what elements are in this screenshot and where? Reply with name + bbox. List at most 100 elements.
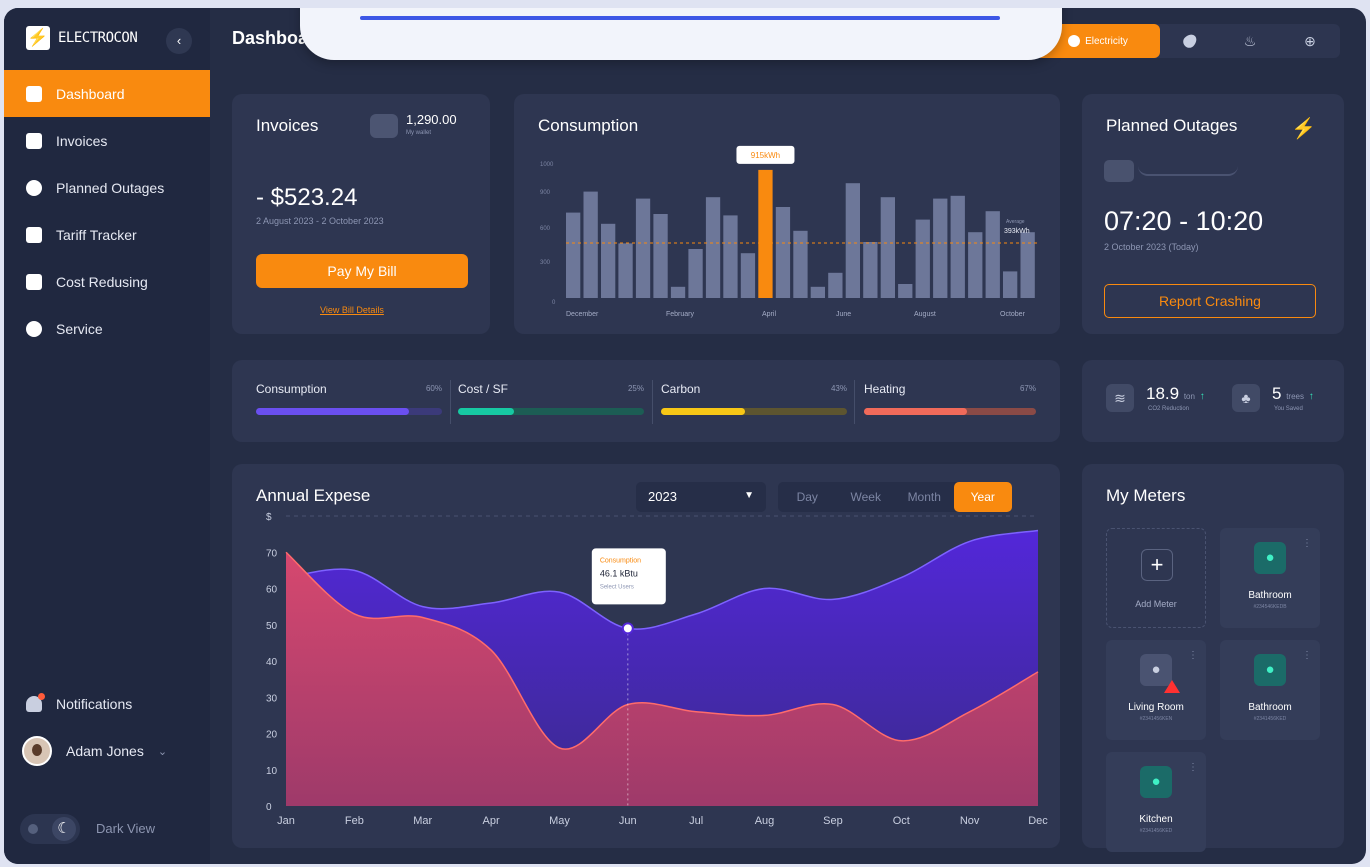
bar[interactable]	[915, 219, 930, 298]
stat-percent: 60%	[425, 384, 442, 393]
more-icon[interactable]: ⋮	[1188, 650, 1198, 661]
sidebar-item-dashboard[interactable]: Dashboard	[4, 70, 210, 117]
bar[interactable]	[1020, 232, 1035, 298]
x-tick-label: October	[1000, 311, 1026, 318]
gas-icon: ♨	[1243, 32, 1257, 49]
meter-name: Living Room	[1128, 702, 1184, 713]
bar[interactable]	[863, 242, 878, 298]
tab-electricity-label: Electricity	[1085, 35, 1128, 47]
tab-gas[interactable]: ♨	[1220, 24, 1280, 58]
brand[interactable]: ⚡ ELECTROCON	[26, 26, 138, 50]
stat-label: Heating	[864, 382, 906, 396]
x-tick-label: February	[666, 311, 695, 318]
bar[interactable]	[880, 197, 895, 298]
co2-icon: ≋	[1106, 384, 1134, 412]
sidebar-item-invoices[interactable]: Invoices	[4, 117, 210, 164]
consumption-card: Consumption 1000 900 600 300 0 Average 3…	[514, 94, 1060, 334]
sidebar-item-label: Dashboard	[56, 85, 125, 102]
bar[interactable]	[1003, 271, 1018, 298]
sidebar-item-cost-reducing[interactable]: Cost Redusing	[4, 258, 210, 305]
meter-name: Bathroom	[1248, 702, 1292, 713]
meter-card[interactable]: ● ⋮ Bathroom #2341456KED	[1220, 640, 1320, 740]
eco-card: ≋ 18.9 ton ↑ CO2 Reduction ♣ 5 trees ↑ Y…	[1082, 360, 1344, 442]
sidebar-item-tariff-tracker[interactable]: Tariff Tracker	[4, 211, 210, 258]
bar[interactable]	[601, 223, 616, 298]
meter-card[interactable]: ● ⋮ Living Room #2341456KEN	[1106, 640, 1206, 740]
tooltip-point[interactable]	[621, 622, 634, 635]
brand-name: ELECTROCON	[58, 30, 138, 46]
sidebar-item-label: Invoices	[56, 132, 108, 149]
x-tick-label: Nov	[960, 815, 980, 827]
x-tick-label: Jan	[277, 815, 295, 827]
bar[interactable]	[793, 230, 808, 298]
x-tick-label: Aug	[755, 815, 775, 827]
x-tick-label: Feb	[345, 815, 364, 827]
sidebar-item-planned-outages[interactable]: Planned Outages	[4, 164, 210, 211]
y-tick-label: 10	[266, 766, 278, 777]
add-meter-button[interactable]: + Add Meter	[1106, 528, 1206, 628]
collapse-sidebar-button[interactable]: ‹	[166, 28, 192, 54]
bar[interactable]	[898, 284, 913, 298]
bar[interactable]	[583, 191, 598, 298]
bar-highlight[interactable]	[758, 169, 773, 298]
bar[interactable]	[723, 215, 738, 298]
more-icon[interactable]: ⋮	[1302, 538, 1312, 549]
dark-view-toggle[interactable]: ☾	[20, 814, 80, 844]
meter-card[interactable]: ● ⋮ Kitchen #2341456KED	[1106, 752, 1206, 852]
tab-water[interactable]	[1160, 24, 1220, 58]
bar[interactable]	[985, 211, 1000, 298]
view-bill-details-link[interactable]: View Bill Details	[320, 305, 384, 315]
x-tick-label: Jun	[619, 815, 637, 827]
more-icon[interactable]: ⋮	[1188, 762, 1198, 773]
bar[interactable]	[845, 183, 860, 298]
stat-percent: 67%	[1019, 384, 1036, 393]
bar[interactable]	[618, 243, 633, 298]
pay-bill-button[interactable]: Pay My Bill	[256, 254, 468, 288]
user-menu[interactable]: Adam Jones ⌄	[22, 736, 167, 766]
bar[interactable]	[653, 214, 668, 298]
lightning-logo-icon: ⚡	[26, 26, 50, 50]
stat-fill	[661, 408, 745, 415]
more-icon[interactable]: ⋮	[1302, 650, 1312, 661]
report-crashing-button[interactable]: Report Crashing	[1104, 284, 1316, 318]
bar[interactable]	[670, 286, 686, 298]
co2-unit: ton	[1183, 392, 1195, 401]
co2-label: CO2 Reduction	[1148, 406, 1190, 412]
bar[interactable]	[775, 207, 791, 298]
stat-percent: 43%	[830, 384, 847, 393]
consumption-bar-chart: 1000 900 600 300 0 Average 393kWh 915kWh…	[540, 145, 1038, 318]
bar[interactable]	[950, 195, 965, 298]
sidebar-item-service[interactable]: Service	[4, 305, 210, 352]
notifications-item[interactable]: Notifications	[26, 693, 132, 712]
my-meters-card: My Meters + Add Meter ● ⋮ Bathroom #2345…	[1082, 464, 1344, 852]
bar[interactable]	[635, 198, 651, 298]
y-tick-label: 600	[540, 226, 551, 232]
water-icon	[1180, 31, 1200, 51]
bar[interactable]	[933, 198, 948, 298]
x-tick-label: Mar	[413, 815, 432, 827]
bar[interactable]	[705, 197, 721, 298]
meters-title: My Meters	[1106, 486, 1186, 505]
invoices-card: Invoices 1,290.00 My wallet - $523.24 2 …	[232, 94, 490, 334]
bar[interactable]	[566, 212, 581, 298]
stat-consumption: Consumption 60%	[256, 382, 442, 415]
meter-card[interactable]: ● ⋮ Bathroom #234546KEDB	[1220, 528, 1320, 628]
y-tick-label: 40	[266, 657, 278, 668]
sidebar-item-label: Planned Outages	[56, 179, 165, 196]
bar[interactable]	[968, 232, 983, 298]
bar[interactable]	[688, 249, 703, 298]
heating-icon: ⊕	[1304, 32, 1316, 49]
divider	[450, 380, 451, 424]
utility-tabs: Electricity ♨ ⊕	[1036, 24, 1340, 58]
tree-icon: ♣	[1232, 384, 1260, 412]
y-tick-label: 1000	[540, 162, 554, 168]
bar[interactable]	[740, 253, 756, 298]
bar[interactable]	[810, 286, 825, 298]
tariff-icon	[26, 226, 42, 243]
dark-view-label: Dark View	[96, 821, 156, 836]
y-tick-label: 300	[540, 260, 551, 266]
bar[interactable]	[828, 272, 843, 298]
overlay-link-bar[interactable]	[360, 16, 1000, 20]
tab-heating[interactable]: ⊕	[1280, 24, 1340, 58]
sidebar-item-label: Tariff Tracker	[56, 226, 137, 243]
